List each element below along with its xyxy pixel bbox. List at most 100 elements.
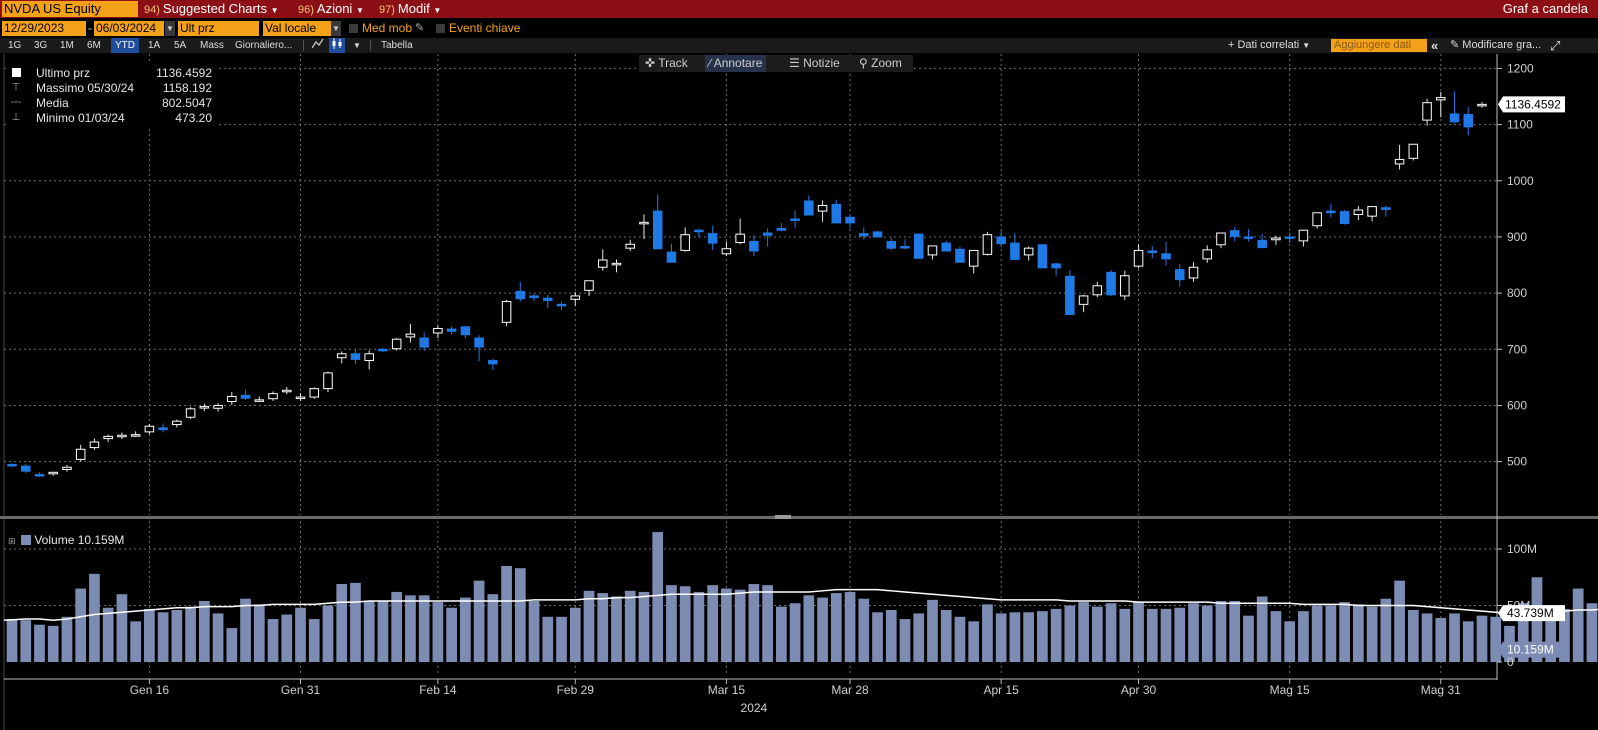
legend-high-row[interactable]: ⊤ Massimo 05/30/24 1158.192 [6, 80, 218, 96]
price-tick-label: 700 [1507, 342, 1527, 356]
candle [927, 245, 938, 260]
legend-average-row[interactable]: -◦- Media 802.5047 [6, 95, 218, 111]
period-3g[interactable]: 3G [34, 38, 47, 53]
candle-body [625, 243, 635, 249]
modify-chart-button[interactable]: ✎ Modificare gra... [1450, 38, 1541, 53]
candlestick-icon[interactable] [329, 38, 345, 53]
price-tick-label: 1000 [1507, 174, 1534, 188]
news-icon: ☰ [789, 56, 800, 70]
candle [1271, 235, 1281, 245]
time-tick-label: Gen 16 [130, 683, 170, 697]
pencil-icon[interactable]: ✎ [415, 21, 424, 36]
ticker-field[interactable]: NVDA US Equity [2, 1, 138, 17]
zoom-tool[interactable]: ⚲ Zoom [859, 55, 902, 72]
period-max[interactable]: Mass [200, 38, 224, 53]
candle-body [1408, 143, 1419, 159]
candle-body [1381, 207, 1391, 210]
candle-body [488, 360, 498, 365]
volume-bar [638, 591, 650, 662]
candle [900, 239, 910, 250]
chevron-down-icon[interactable]: ▼ [353, 38, 361, 53]
suggested-charts-menu[interactable]: 94) Suggested Charts ▼ [144, 0, 279, 18]
candle [1023, 246, 1034, 261]
volume-bar [1091, 606, 1103, 662]
chart-type-title: Graf a candela [1502, 1, 1588, 16]
annotate-tool[interactable]: ∕ Annotare [705, 55, 767, 72]
period-1g[interactable]: 1G [8, 38, 21, 53]
candle-body [1229, 230, 1240, 237]
period-5a[interactable]: 5A [174, 38, 186, 53]
expand-icon[interactable]: ⤢ [1550, 38, 1560, 53]
candlestick-series [7, 91, 1487, 477]
currency-dropdown-icon[interactable]: ▼ [331, 21, 341, 36]
volume-bar [34, 624, 45, 662]
start-date-field[interactable]: 12/29/2023 [2, 21, 86, 36]
candle-body [1463, 113, 1474, 128]
volume-bar [418, 595, 430, 662]
candle-body [735, 233, 745, 244]
key-events-checkbox[interactable] [436, 24, 445, 33]
candle-body [570, 295, 581, 300]
candle [34, 472, 45, 477]
candle-body [1010, 242, 1020, 260]
candle [859, 227, 869, 240]
candle [268, 391, 278, 401]
add-data-input[interactable]: Aggiungere dati [1331, 39, 1427, 52]
chevron-down-icon: ▼ [355, 6, 364, 15]
frequency-select[interactable]: Giornaliero... [235, 38, 292, 53]
volume-bar [1366, 606, 1378, 662]
news-tool[interactable]: ☰ Notizie [789, 55, 840, 72]
candle-body [1477, 103, 1487, 107]
volume-bar [762, 585, 773, 662]
candle-body [543, 297, 553, 301]
candle [1339, 209, 1350, 225]
line-chart-icon[interactable] [311, 38, 325, 53]
candle-body [268, 393, 278, 400]
double-chevron-left-icon[interactable]: « [1431, 38, 1438, 53]
period-1m[interactable]: 1M [60, 38, 74, 53]
azioni-menu[interactable]: 96) Azioni ▼ [298, 0, 364, 18]
modify-chart-label: Modificare gra... [1462, 39, 1542, 51]
volume-bar [350, 582, 361, 662]
end-date-dropdown-icon[interactable]: ▼ [165, 21, 175, 36]
price-field-select[interactable]: Ult prz [178, 21, 259, 36]
volume-legend[interactable]: ⊞ Volume 10.159M [8, 532, 124, 548]
table-button[interactable]: Tabella [381, 38, 413, 53]
candle [1284, 232, 1295, 244]
candle-body [172, 420, 182, 426]
candle-body [75, 448, 86, 460]
candle-body [666, 251, 677, 263]
candle-body [639, 221, 649, 225]
candle-body [1078, 295, 1089, 305]
moving-average-checkbox[interactable] [349, 24, 358, 33]
crosshair-icon: ✜ [645, 56, 656, 70]
volume-bar [652, 532, 664, 662]
legend-last-row[interactable]: Ultimo prz 1136.4592 [6, 65, 218, 81]
chevron-down-icon: ▼ [1302, 41, 1311, 50]
volume-bar [336, 584, 348, 662]
candle-body [996, 236, 1006, 245]
period-6m[interactable]: 6M [87, 38, 101, 53]
related-data-button[interactable]: + Dati correlati ▼ [1228, 38, 1310, 53]
track-tool[interactable]: ✜ Track [645, 55, 688, 72]
candle [543, 294, 553, 309]
candle-body [433, 328, 443, 334]
chart-area[interactable]: 500600700800900100011001200050M100MGen 1… [0, 54, 1598, 730]
period-ytd[interactable]: YTD [111, 38, 139, 53]
candle [1051, 262, 1061, 276]
candle [955, 246, 965, 263]
candle-body [34, 474, 45, 477]
end-date-field[interactable]: 06/03/2024 [94, 21, 164, 36]
currency-select[interactable]: Val locale [263, 21, 331, 36]
candle [282, 386, 292, 395]
modif-menu[interactable]: 97) Modif ▼ [379, 0, 441, 18]
candle [817, 200, 828, 222]
volume-bar [1572, 588, 1584, 662]
legend-low-row[interactable]: ⊥ Minimo 01/03/24 473.20 [6, 110, 218, 126]
candle [694, 228, 704, 238]
candle-body [185, 408, 196, 418]
candle-body [130, 434, 141, 437]
volume-bar [185, 606, 196, 662]
candle-body [501, 301, 512, 323]
period-1a[interactable]: 1A [148, 38, 160, 53]
